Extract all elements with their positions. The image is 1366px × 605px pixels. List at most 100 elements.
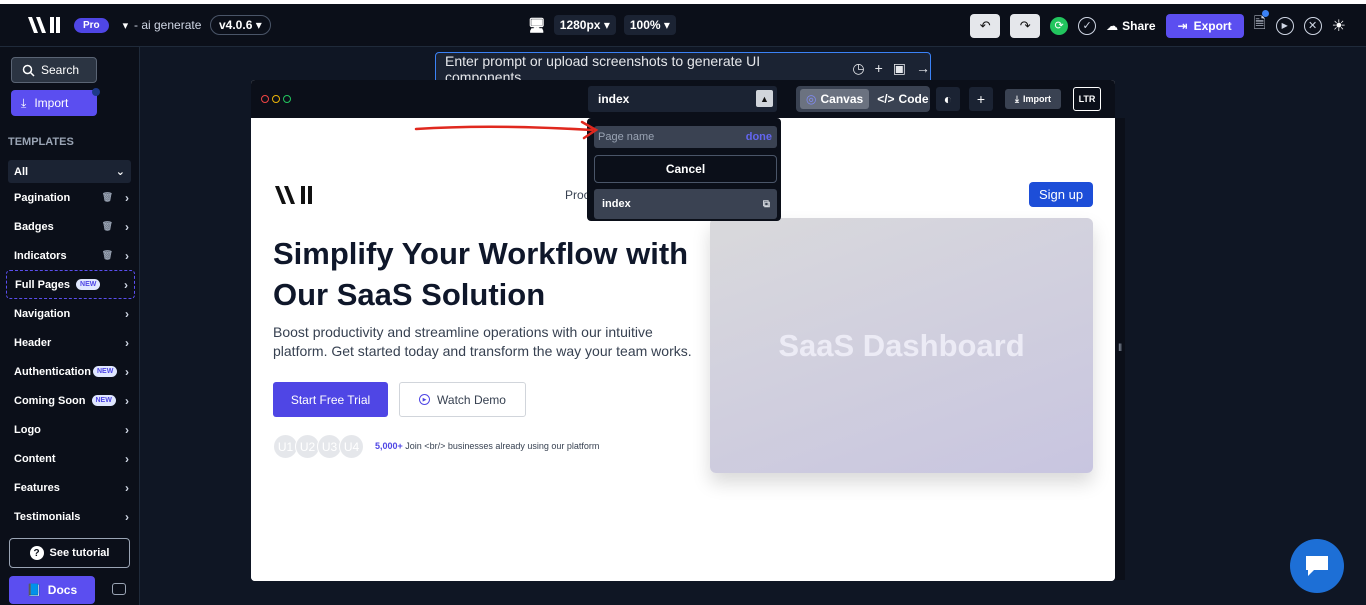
sidebar-item-testimonials[interactable]: Testimonials › xyxy=(6,502,135,531)
close-circle-icon[interactable]: ✕ xyxy=(1303,16,1322,35)
view-mode-toggle: ◎ Canvas </> Code xyxy=(796,86,930,112)
version-label: v4.0.6 xyxy=(219,18,253,32)
sidebar-item-full-pages[interactable]: Full Pages NEW › xyxy=(6,270,135,299)
chevron-right-icon: › xyxy=(125,393,129,408)
frame-import-button[interactable]: ⤓ Import xyxy=(1005,89,1061,109)
sidebar-item-coming-soon[interactable]: Coming Soon NEW › xyxy=(6,386,135,415)
sidebar-item-indicators[interactable]: Indicators 🗑 › xyxy=(6,241,135,270)
docs-button[interactable]: 📘 Docs xyxy=(9,576,95,604)
chat-widget-button[interactable] xyxy=(1290,539,1344,593)
dark-mode-icon[interactable]: ◐ xyxy=(936,87,960,111)
chat-icon[interactable] xyxy=(112,583,126,595)
image-icon[interactable]: ▣ xyxy=(893,60,906,77)
search-label: Search xyxy=(41,63,80,77)
chevron-down-icon: ⌄ xyxy=(115,166,125,178)
viewport-value: 1280px xyxy=(559,18,601,32)
chevron-down-icon[interactable]: ▾ xyxy=(123,19,129,32)
play-circle-icon: ▶ xyxy=(419,394,431,405)
chevron-right-icon: › xyxy=(125,219,129,234)
nav-link[interactable]: Proc xyxy=(565,188,590,202)
redo-button[interactable]: ↷ xyxy=(1010,13,1041,38)
sidebar-item-header[interactable]: Header › xyxy=(6,328,135,357)
undo-button[interactable]: ↶ xyxy=(970,13,1001,38)
page-select-value: index xyxy=(598,92,630,106)
arrow-right-icon[interactable]: → xyxy=(916,60,930,77)
proof-count: 5,000+ xyxy=(375,441,403,451)
help-icon: ? xyxy=(29,546,44,560)
import-button[interactable]: ⤓ Import xyxy=(11,90,97,116)
start-trial-button[interactable]: Start Free Trial xyxy=(273,382,388,417)
import-label: Import xyxy=(34,96,69,110)
sidebar-item-label: Pagination xyxy=(14,191,71,204)
proof-text: Join <br/> businesses already using our … xyxy=(405,441,600,451)
theme-sun-icon[interactable]: ☀ xyxy=(1332,16,1346,36)
sidebar-item-logo[interactable]: Logo › xyxy=(6,415,135,444)
sidebar-item-content[interactable]: Content › xyxy=(6,444,135,473)
chevron-right-icon: › xyxy=(125,190,129,205)
see-tutorial-button[interactable]: ? See tutorial xyxy=(9,538,130,568)
done-button[interactable]: done xyxy=(746,131,772,143)
search-icon xyxy=(22,64,35,77)
sidebar-item-features[interactable]: Features › xyxy=(6,473,135,502)
desktop-icon[interactable]: 🖥 xyxy=(528,17,546,34)
zoom-value: 100% xyxy=(629,18,661,32)
sidebar-item-navigation[interactable]: Navigation › xyxy=(6,299,135,328)
avatar-group: U1 U2 U3 U4 xyxy=(273,434,364,459)
chevron-right-icon: › xyxy=(125,306,129,321)
sidebar-item-badges[interactable]: Badges 🗑 › xyxy=(6,212,135,241)
template-category-list: Pagination 🗑 › Badges 🗑 › Indicators 🗑 › Full … xyxy=(6,183,135,531)
plus-icon[interactable]: + xyxy=(875,60,883,77)
dashboard-preview: SaaS Dashboard xyxy=(710,218,1093,473)
cloud-upload-icon: ☁ xyxy=(1106,18,1119,33)
signup-button[interactable]: Sign up xyxy=(1029,182,1093,207)
chat-bubble-icon xyxy=(1306,556,1328,576)
sidebar-item-label: Indicators xyxy=(14,249,67,262)
trash-icon[interactable]: 🗑 xyxy=(102,221,113,232)
copy-icon[interactable]: ⧉ xyxy=(763,199,770,210)
direction-toggle[interactable]: LTR xyxy=(1073,87,1101,111)
frame-toolbar: index ▲ ◎ Canvas </> Code ◐ + ⤓ Import LTR xyxy=(251,80,1115,118)
import-label: Import xyxy=(1022,94,1051,104)
page-list-item[interactable]: index ⧉ xyxy=(594,189,777,219)
watch-demo-button[interactable]: ▶ Watch Demo xyxy=(399,382,526,417)
share-button[interactable]: ☁ Share xyxy=(1106,19,1155,33)
chevron-right-icon: › xyxy=(125,480,129,495)
sidebar-item-authentication[interactable]: Authentication NEW › xyxy=(6,357,135,386)
hero-description: Boost productivity and streamline operat… xyxy=(273,324,692,359)
app-logo[interactable]: Pro ▾ xyxy=(26,15,128,35)
notification-dot xyxy=(92,88,100,96)
tab-canvas[interactable]: ◎ Canvas xyxy=(800,89,870,109)
play-icon[interactable]: ▶ xyxy=(1275,16,1294,35)
tab-label: Canvas xyxy=(820,92,864,106)
sidebar-item-pagination[interactable]: Pagination 🗑 › xyxy=(6,183,135,212)
red-dot-icon xyxy=(261,95,269,103)
import-icon: ⤓ xyxy=(1015,93,1019,104)
check-circle-icon[interactable]: ✓ xyxy=(1078,16,1097,35)
add-page-icon[interactable]: + xyxy=(969,87,993,111)
watch-demo-label: Watch Demo xyxy=(437,392,506,407)
trash-icon[interactable]: 🗑 xyxy=(102,250,113,261)
templates-heading: TEMPLATES xyxy=(8,136,74,148)
history-icon[interactable]: ◷ xyxy=(852,60,864,77)
page-name-input[interactable]: Page name done xyxy=(594,126,777,148)
template-filter-select[interactable]: All ⌄ xyxy=(8,160,131,183)
viewport-width-select[interactable]: 1280px ▾ xyxy=(553,15,616,35)
save-icon[interactable]: 🗎 xyxy=(1254,10,1269,38)
cancel-button[interactable]: Cancel xyxy=(594,155,777,183)
chevron-up-icon[interactable]: ▲ xyxy=(756,90,773,107)
yellow-dot-icon xyxy=(272,95,280,103)
zoom-select[interactable]: 100% ▾ xyxy=(623,15,676,35)
plan-badge: Pro xyxy=(74,17,109,33)
sync-icon[interactable]: ⟳ xyxy=(1050,16,1069,35)
templates-sidebar: Search ⤓ Import TEMPLATES All ⌄ Paginatio… xyxy=(0,47,140,605)
resize-handle[interactable]: ‖ xyxy=(1118,343,1122,354)
trash-icon[interactable]: 🗑 xyxy=(102,192,113,203)
chevron-right-icon: › xyxy=(125,422,129,437)
version-selector[interactable]: v4.0.6 ▾ xyxy=(210,15,271,35)
page-select[interactable]: index ▲ xyxy=(588,86,777,112)
export-button[interactable]: ⇥ Export xyxy=(1165,13,1244,38)
chevron-right-icon: › xyxy=(125,335,129,350)
sidebar-item-label: Badges xyxy=(14,220,54,233)
search-button[interactable]: Search xyxy=(11,57,97,83)
tab-code[interactable]: </> Code xyxy=(877,92,928,106)
